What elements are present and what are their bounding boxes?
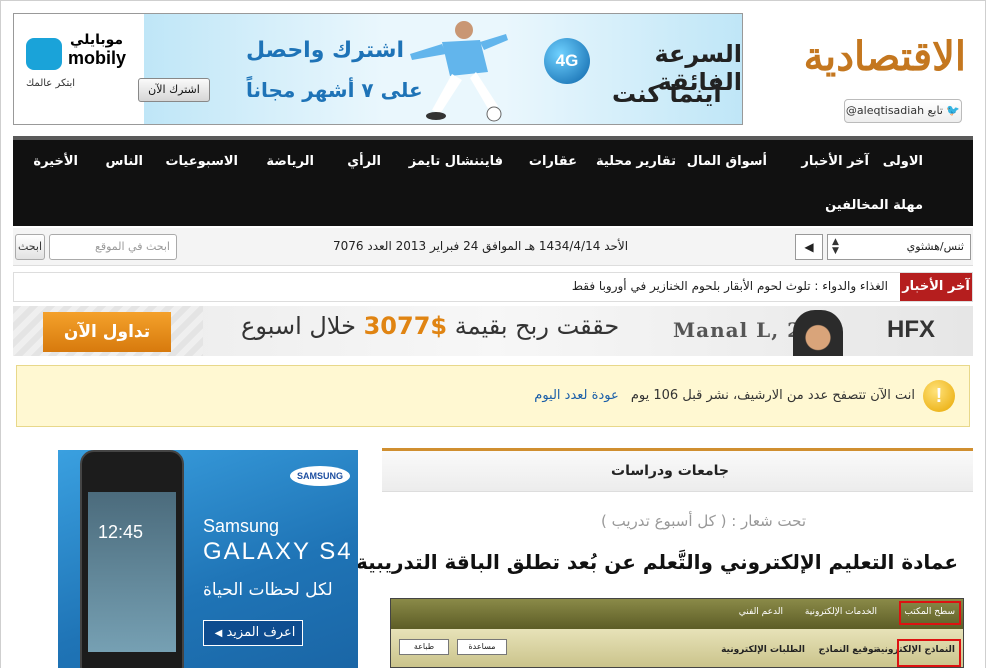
mobily-tagline: ابتكر عالمك: [26, 78, 76, 89]
image-highlight-box: [899, 601, 961, 625]
search-button[interactable]: ابحث: [15, 234, 45, 260]
search-input[interactable]: ابحث في الموقع: [49, 234, 177, 260]
mobily-brand-ar: موبايلي: [70, 32, 124, 48]
nav-item-people[interactable]: الناس: [106, 154, 143, 169]
learn-more-button[interactable]: اعرف المزيد ◀: [203, 620, 303, 646]
nav-item-local-reports[interactable]: تقارير محلية: [596, 154, 676, 169]
image-tab-support: الدعم الفني: [738, 607, 783, 617]
hfx-profit-text: حققت ربح بقيمة $3077 خلال اسبوع: [241, 312, 619, 340]
nav-item-real-estate[interactable]: عقارات: [529, 154, 577, 169]
section-header: جامعات ودراسات: [382, 448, 973, 492]
learn-more-label: اعرف المزيد: [226, 625, 296, 640]
nav-item-opinion[interactable]: الرأي: [347, 154, 381, 169]
font-select-value: ثنس/هشثوي: [906, 240, 964, 253]
ad-subscribe-text: اشترك واحصل: [246, 38, 405, 63]
image-tab-erequests: الطلبات الإلكترونية: [721, 645, 805, 655]
woman-portrait-image: [793, 310, 843, 356]
nav-item-sports[interactable]: الرياضة: [266, 154, 314, 169]
hfx-ad-banner[interactable]: تداول الآن حققت ربح بقيمة $3077 خلال اسب…: [13, 306, 973, 356]
mobily-logo-icon: [26, 38, 62, 70]
galaxy-model: GALAXY S4: [203, 538, 353, 565]
issue-date: الأحد 1434/4/14 هـ الموافق 24 فبراير 201…: [333, 239, 629, 253]
nav-item-violators-deadline[interactable]: مهلة المخالفين: [825, 198, 923, 213]
back-to-today-link[interactable]: عودة لعدد اليوم: [534, 388, 618, 403]
play-arrow-button[interactable]: ◀: [795, 234, 823, 260]
section-title[interactable]: جامعات ودراسات: [611, 463, 729, 479]
ticker-label: آخر الأخبار: [900, 273, 972, 301]
samsung-name: Samsung: [203, 516, 280, 536]
archive-notice: ! انت الآن تتصفح عدد من الارشيف، نشر قبل…: [16, 365, 970, 427]
phone-image: 12:45: [80, 450, 184, 668]
nav-item-front[interactable]: الاولى: [883, 154, 923, 169]
image-tab-sign-forms: توقيع النماذج: [818, 645, 877, 655]
archive-notice-text: انت الآن تتصفح عدد من الارشيف، نشر قبل 1…: [534, 388, 915, 403]
nav-item-markets[interactable]: أسواق المال: [687, 154, 767, 169]
arrow-left-icon: ◀: [214, 628, 223, 639]
news-ticker: آخر الأخبار الغذاء والدواء : تلوث لحوم ا…: [13, 272, 973, 302]
phone-screen: 12:45: [88, 492, 176, 652]
ad-where-text: أينما كنت: [612, 80, 722, 108]
article-subtitle: تحت شعار : ( كل أسبوع تدريب ): [601, 512, 806, 530]
phone-time: 12:45: [98, 522, 144, 542]
main-navigation: الاولى آخر الأخبار أسواق المال تقارير مح…: [13, 136, 973, 226]
hfx-text-before: حققت ربح بقيمة: [454, 312, 620, 340]
image-help-button: مساعدة: [457, 639, 507, 655]
ad-months-text: على ٧ أشهر مجاناً: [246, 78, 423, 102]
nav-item-weeklies[interactable]: الاسبوعيات: [165, 154, 238, 169]
site-header: الاقتصادية @aleqtisadiah تابع 🐦: [752, 13, 972, 125]
site-logo[interactable]: الاقتصادية: [804, 33, 967, 80]
samsung-ad[interactable]: 12:45 SAMSUNG Samsung GALAXY S4 لكل لحظا…: [58, 450, 358, 668]
trade-now-button[interactable]: تداول الآن: [43, 312, 171, 352]
image-tab-eservices: الخدمات الإلكترونية: [804, 607, 877, 617]
4g-badge: 4G: [544, 38, 590, 84]
twitter-follow-button[interactable]: @aleqtisadiah تابع 🐦: [844, 99, 962, 123]
twitter-follow-label: تابع: [927, 104, 943, 117]
ticker-headline-link[interactable]: الغذاء والدواء : تلوث لحوم الأبقار بلحوم…: [572, 279, 888, 293]
samsung-tagline: لكل لحظات الحياة: [203, 580, 333, 600]
subscribe-now-button[interactable]: اشترك الآن: [138, 78, 210, 102]
date-toolbar: ثنس/هشثوي ▲ ▼ ◀ الأحد 1434/4/14 هـ المواف…: [13, 228, 973, 266]
hfx-logo: HFX: [887, 316, 935, 343]
warning-icon: !: [923, 380, 955, 412]
spinner-arrows-icon[interactable]: ▲ ▼: [832, 238, 839, 256]
hfx-text-after: خلال اسبوع: [241, 312, 356, 340]
mobily-brand-en: mobily: [68, 48, 127, 68]
nav-item-financial-times[interactable]: فايننشال تايمز: [409, 154, 503, 169]
nav-item-last-page[interactable]: الأخيرة: [33, 154, 78, 169]
article-image: سطح المكتب الخدمات الإلكترونية الدعم الف…: [390, 598, 964, 668]
image-highlight-box: [897, 639, 961, 667]
image-toolbar: [391, 599, 963, 629]
twitter-handle: @aleqtisadiah: [845, 104, 925, 117]
samsung-logo: SAMSUNG: [290, 466, 350, 486]
image-print-button: طباعة: [399, 639, 449, 655]
nav-item-latest-news[interactable]: آخر الأخبار: [801, 154, 869, 169]
twitter-bird-icon: 🐦: [946, 104, 961, 117]
football-player-image: [410, 21, 508, 122]
archive-message: انت الآن تتصفح عدد من الارشيف، نشر قبل 1…: [630, 388, 915, 403]
font-select[interactable]: ثنس/هشثوي ▲ ▼: [827, 234, 971, 260]
mobily-ad-banner[interactable]: موبايلي mobily ابتكر عالمك اشترك الآن اش…: [13, 13, 743, 125]
mobily-logo: موبايلي mobily: [22, 24, 132, 72]
hfx-amount: $3077: [363, 312, 448, 340]
